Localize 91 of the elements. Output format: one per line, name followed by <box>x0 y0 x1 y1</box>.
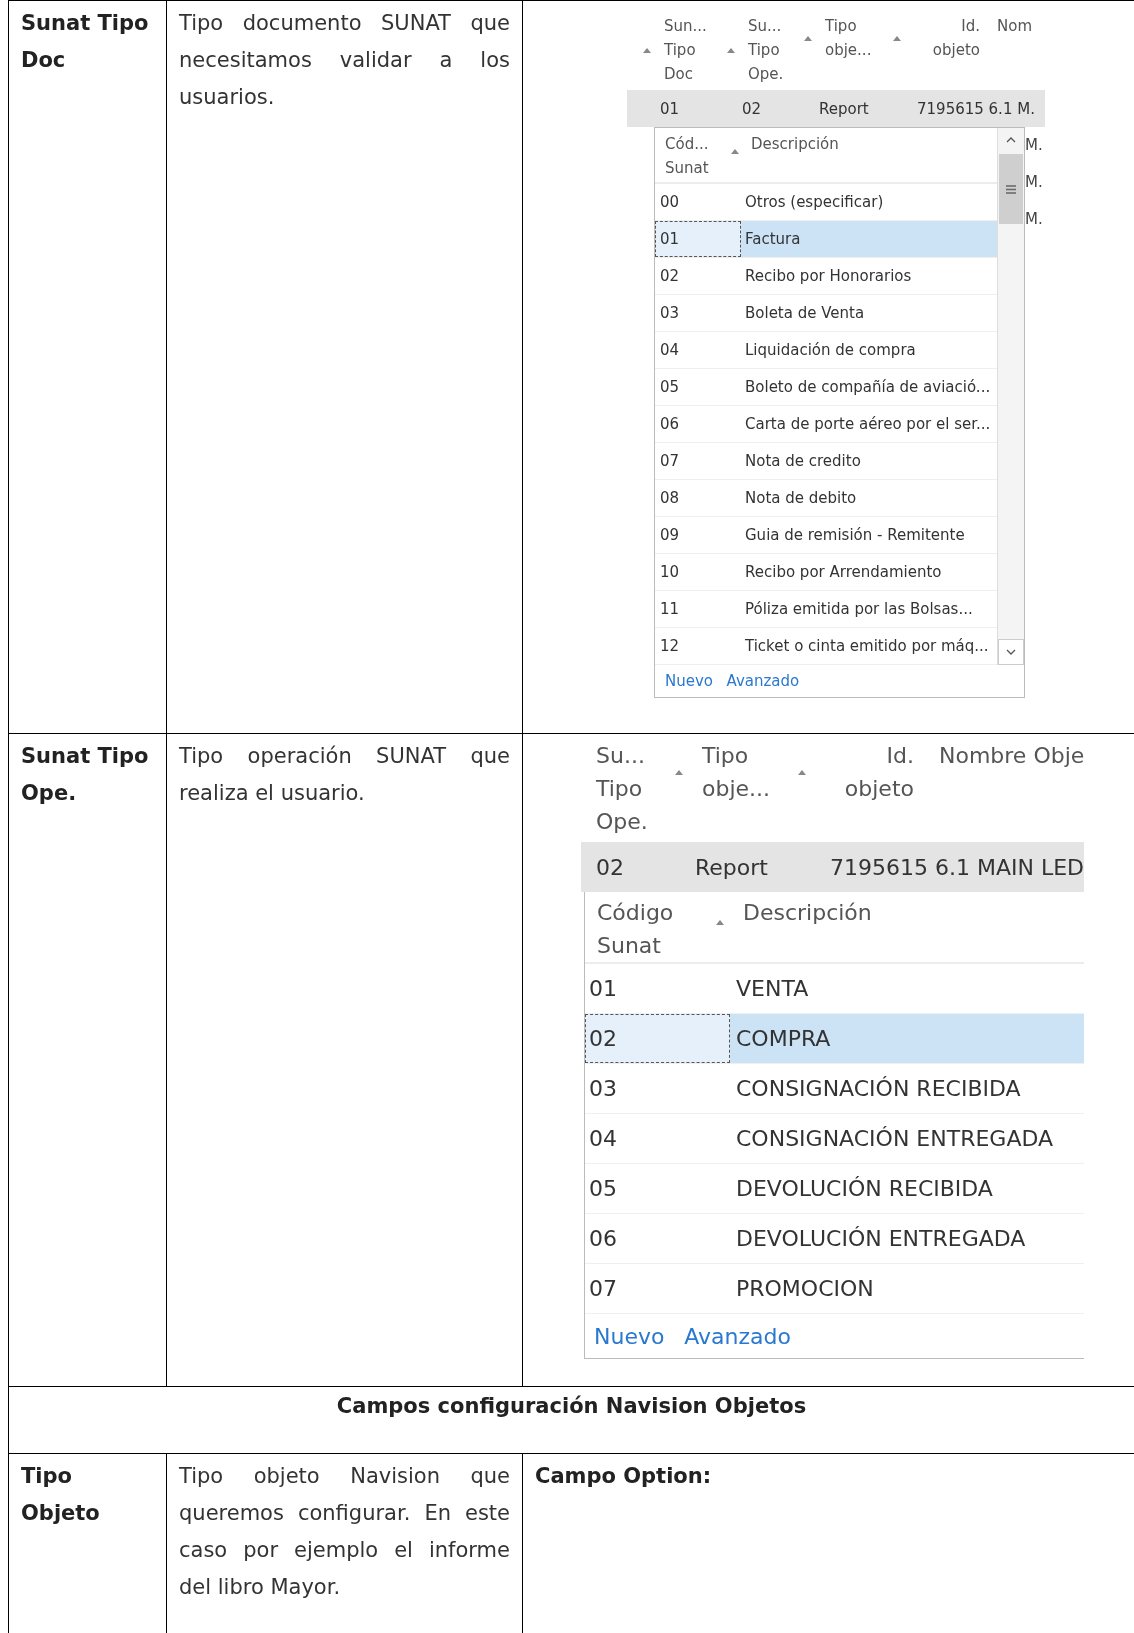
description-cell-text: Boleta de Venta <box>744 303 866 324</box>
column-header[interactable]: Sun... Tipo Doc <box>664 14 707 86</box>
sort-arrow-icon <box>804 35 812 41</box>
code-cell-text: 11 <box>659 599 681 620</box>
description-cell-text: Boleto de compañía de aviació... <box>744 377 992 398</box>
code-cell-text: 07 <box>588 1275 618 1303</box>
description-cell-text: CONSIGNACIÓN ENTREGADA <box>735 1125 1055 1153</box>
code-cell-text: 07 <box>659 451 681 472</box>
code-cell-text: 10 <box>659 562 681 583</box>
column-header[interactable]: Código Sunat <box>597 896 674 962</box>
description-cell-text: PROMOCION <box>735 1275 875 1303</box>
grid-value: 7195615 6.1 M. <box>917 99 1035 118</box>
code-cell-text: 00 <box>659 192 681 213</box>
column-header[interactable]: Tipo obje... <box>825 14 872 62</box>
action-link[interactable]: Nuevo <box>665 672 713 690</box>
column-header[interactable]: Descripción <box>751 132 839 156</box>
grid-value: M. <box>1025 209 1044 230</box>
column-header[interactable]: Nom <box>997 14 1032 38</box>
grid-value: Report <box>819 99 870 118</box>
sort-arrow-icon <box>731 148 739 154</box>
code-cell-text: 05 <box>659 377 681 398</box>
grid-value: 7195615 6.1 MAIN LED <box>830 854 1084 880</box>
grid-value: 01 <box>660 99 681 118</box>
code-cell-text: 01 <box>588 975 618 1003</box>
sort-arrow-icon <box>727 47 735 53</box>
grid-value: M. <box>1025 172 1044 193</box>
description-cell-text: Nota de credito <box>744 451 862 472</box>
grid-value: 02 <box>742 99 763 118</box>
description-cell-text: VENTA <box>735 975 810 1003</box>
field-label: Sunat Tipo Ope. <box>21 743 150 807</box>
code-cell-text: 08 <box>659 488 681 509</box>
description-cell-text: Carta de porte aéreo por el ser... <box>744 414 992 435</box>
description-cell-text: Factura <box>744 229 802 250</box>
scrollbar[interactable] <box>997 128 1024 665</box>
sort-arrow-icon <box>798 769 806 775</box>
column-header[interactable]: Su... Tipo Ope. <box>748 14 784 86</box>
field-detail: Campo Option: <box>535 1463 713 1490</box>
code-cell: 02 <box>585 1014 730 1063</box>
field-description: Tipo documento SUNAT que necesitamos validar a los usuarios. <box>179 10 510 111</box>
code-cell-text: 05 <box>588 1175 618 1203</box>
description-cell-text: DEVOLUCIÓN RECIBIDA <box>735 1175 994 1203</box>
grid-row[interactable]: 01 02 Report 7195615 6.1 M. <box>627 90 1045 127</box>
grip-icon <box>1006 184 1016 194</box>
field-label: Tipo Objeto <box>21 1463 101 1527</box>
description-cell-text: Liquidación de compra <box>744 340 917 361</box>
description-cell-text: Póliza emitida por las Bolsas... <box>744 599 974 620</box>
code-cell-text: 03 <box>659 303 681 324</box>
action-link[interactable]: Avanzado <box>726 672 800 690</box>
column-header[interactable]: Id. objeto <box>914 14 997 62</box>
description-cell-text: DEVOLUCIÓN ENTREGADA <box>735 1225 1027 1253</box>
description-cell-text: Recibo por Honorarios <box>744 266 913 287</box>
code-cell-text: 03 <box>588 1075 618 1103</box>
code-cell-text: 12 <box>659 636 681 657</box>
action-link[interactable]: Nuevo <box>594 1323 665 1349</box>
section-title: Campos configuración Navision Objetos <box>335 1393 808 1420</box>
action-link[interactable]: Avanzado <box>684 1323 791 1349</box>
grid-value: 02 <box>596 854 625 880</box>
description-cell-text: Guia de remisión - Remitente <box>744 525 966 546</box>
description-cell-text: Nota de debito <box>744 488 858 509</box>
column-header[interactable]: Id. objeto <box>825 739 939 805</box>
code-cell-text: 06 <box>659 414 681 435</box>
code-cell-text: 06 <box>588 1225 618 1253</box>
column-header[interactable]: Descripción <box>743 896 872 929</box>
chevron-down-icon[interactable] <box>1006 649 1016 655</box>
column-header[interactable]: Su... Tipo Ope. <box>596 739 648 838</box>
description-cell-text: COMPRA <box>735 1025 832 1053</box>
code-cell-text: 09 <box>659 525 681 546</box>
code-cell-text: 02 <box>659 266 681 287</box>
sort-arrow-icon <box>643 47 651 53</box>
field-description: Tipo objeto Navision que queremos configurar. En este caso por ejemplo el informe del libro Mayor. <box>179 1463 510 1601</box>
sort-arrow-icon <box>716 919 724 925</box>
lookup-row[interactable]: 02 COMPRA <box>585 1014 1084 1064</box>
code-cell-text: 04 <box>588 1125 618 1153</box>
grid-value: Report <box>695 854 769 880</box>
sort-arrow-icon <box>675 769 683 775</box>
field-label: Sunat Tipo Doc <box>21 10 150 74</box>
description-cell-text: Otros (especificar) <box>744 192 885 213</box>
sort-arrow-icon <box>893 35 901 41</box>
description-cell-text: Recibo por Arrendamiento <box>744 562 943 583</box>
column-header[interactable]: Nombre Obje <box>939 739 1085 772</box>
field-description: Tipo operación SUNAT que realiza el usuario. <box>179 743 510 807</box>
chevron-up-icon[interactable] <box>1006 137 1016 143</box>
grid-value: M. <box>1025 135 1044 156</box>
column-header[interactable]: Tipo obje... <box>702 739 771 805</box>
description-cell-text: Ticket o cinta emitido por máq... <box>744 636 990 657</box>
column-header[interactable]: Cód... Sunat <box>665 132 709 180</box>
code-cell: 01 <box>655 221 741 257</box>
code-cell-text: 04 <box>659 340 681 361</box>
grid-row[interactable]: 02 Report 7195615 6.1 MAIN LED <box>581 842 1084 892</box>
lookup-row[interactable]: 01 Factura <box>655 221 997 258</box>
description-cell-text: CONSIGNACIÓN RECIBIDA <box>735 1075 1022 1103</box>
